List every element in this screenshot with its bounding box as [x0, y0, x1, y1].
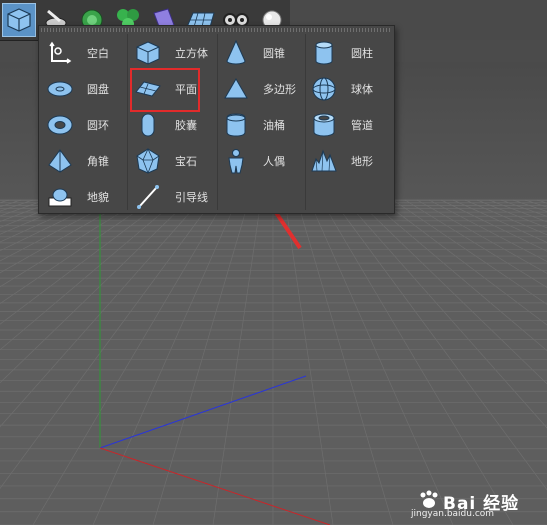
menu-item-label: 人偶	[263, 155, 285, 168]
menu-item-label: 空白	[87, 47, 109, 60]
menu-item-guide[interactable]: 引导线	[133, 180, 208, 214]
menu-item-label: 球体	[351, 83, 373, 96]
menu-item-sphere[interactable]: 球体	[309, 72, 373, 106]
cube-icon[interactable]	[2, 3, 36, 37]
column-divider	[305, 34, 306, 210]
menu-item-torus[interactable]: 圆环	[45, 108, 109, 142]
menu-item-label: 圆盘	[87, 83, 109, 96]
menu-item-pyramid[interactable]: 角锥	[45, 144, 109, 178]
menu-item-label: 地貌	[87, 191, 109, 204]
menu-item-landscape[interactable]: 地貌	[45, 180, 109, 214]
cube-icon	[133, 38, 163, 68]
menu-item-label: 油桶	[263, 119, 285, 132]
oil-tank-icon	[221, 110, 251, 140]
paw-icon	[420, 490, 438, 508]
menu-item-null[interactable]: 空白	[45, 36, 109, 70]
tube-icon	[309, 110, 339, 140]
cone-icon	[221, 38, 251, 68]
disc-icon	[45, 74, 75, 104]
platonic-icon	[133, 146, 163, 176]
sphere-icon	[309, 74, 339, 104]
menu-item-label: 立方体	[175, 47, 208, 60]
menu-item-label: 引导线	[175, 191, 208, 204]
menu-item-polygon[interactable]: 多边形	[221, 72, 296, 106]
menu-item-tube[interactable]: 管道	[309, 108, 373, 142]
menu-item-cone[interactable]: 圆锥	[221, 36, 285, 70]
capsule-icon	[133, 110, 163, 140]
menu-item-disc[interactable]: 圆盘	[45, 72, 109, 106]
primitive-menu: 空白 圆盘 圆环 角锥 地貌 立方体 平面 胶囊 宝石 引导线 圆锥 多边形 油…	[38, 25, 395, 214]
menu-item-capsule[interactable]: 胶囊	[133, 108, 197, 142]
guide-icon	[133, 182, 163, 212]
menu-item-label: 管道	[351, 119, 373, 132]
menu-item-label: 圆锥	[263, 47, 285, 60]
watermark: Bai 经验 jingyan.baidu.com	[403, 487, 533, 519]
figure-icon	[221, 146, 251, 176]
pyramid-icon	[45, 146, 75, 176]
menu-item-label: 多边形	[263, 83, 296, 96]
menu-item-label: 胶囊	[175, 119, 197, 132]
column-divider	[127, 34, 128, 210]
menu-item-oil-tank[interactable]: 油桶	[221, 108, 285, 142]
menu-item-label: 宝石	[175, 155, 197, 168]
menu-item-label: 角锥	[87, 155, 109, 168]
column-divider	[217, 34, 218, 210]
menu-item-relief[interactable]: 地形	[309, 144, 373, 178]
highlight-box	[130, 68, 200, 112]
relief-icon	[309, 146, 339, 176]
menu-item-platonic[interactable]: 宝石	[133, 144, 197, 178]
polygon-icon	[221, 74, 251, 104]
null-object-icon	[45, 38, 75, 68]
cylinder-icon	[309, 38, 339, 68]
menu-item-cube[interactable]: 立方体	[133, 36, 208, 70]
menu-item-cylinder[interactable]: 圆柱	[309, 36, 373, 70]
menu-grip[interactable]	[41, 28, 391, 32]
menu-item-label: 地形	[351, 155, 373, 168]
watermark-url: jingyan.baidu.com	[411, 509, 495, 519]
menu-item-label: 圆柱	[351, 47, 373, 60]
menu-item-figure[interactable]: 人偶	[221, 144, 285, 178]
landscape-icon	[45, 182, 75, 212]
menu-item-label: 圆环	[87, 119, 109, 132]
torus-icon	[45, 110, 75, 140]
